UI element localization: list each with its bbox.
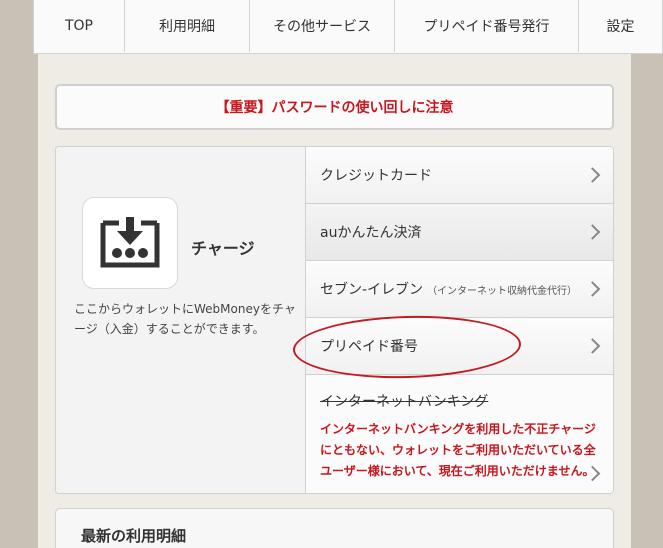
- nav-usage-history[interactable]: 利用明細: [125, 0, 250, 52]
- notice-text: 【重要】パスワードの使い回しに注意: [215, 100, 454, 116]
- password-notice-link[interactable]: 【重要】パスワードの使い回しに注意: [55, 84, 614, 130]
- internet-banking-label: インターネットバンキング: [320, 394, 489, 410]
- charge-info: チャージ ここからウォレットにWebMoneyをチャージ（入金）することができま…: [56, 147, 306, 493]
- charge-seven-eleven[interactable]: セブン-イレブン （インターネット収納代金代行）: [306, 261, 613, 318]
- charge-au-easy-payment[interactable]: auかんたん決済: [306, 204, 613, 261]
- chevron-right-icon: [584, 167, 601, 183]
- top-navigation: TOP 利用明細 その他サービス プリペイド番号発行 設定: [33, 0, 663, 54]
- nav-settings[interactable]: 設定: [579, 0, 662, 52]
- au-payment-label: auかんたん決済: [320, 225, 422, 241]
- background-stripe-right: [631, 0, 663, 548]
- seven-eleven-note: （インターネット収納代金代行）: [427, 285, 578, 297]
- nav-prepaid-issue[interactable]: プリペイド番号発行: [395, 0, 579, 52]
- latest-usage-title: 最新の利用明細: [81, 527, 187, 545]
- chevron-right-icon: [584, 281, 601, 297]
- charge-internet-banking[interactable]: インターネットバンキング インターネットバンキングを利用した不正チャージにともな…: [306, 375, 613, 493]
- charge-title: チャージ: [191, 239, 255, 258]
- nav-other-services[interactable]: その他サービス: [250, 0, 395, 52]
- credit-card-label: クレジットカード: [320, 168, 432, 184]
- seven-eleven-label: セブン-イレブン: [320, 282, 424, 298]
- download-charge-icon: [82, 197, 178, 289]
- latest-usage-panel: 最新の利用明細: [55, 508, 614, 548]
- charge-prepaid-number[interactable]: プリペイド番号: [306, 318, 613, 375]
- charge-method-menu: クレジットカード auかんたん決済 セブン-イレブン （インターネット収納代金代…: [306, 147, 613, 493]
- prepaid-number-label: プリペイド番号: [320, 339, 418, 355]
- background-stripe-left: [0, 0, 38, 548]
- chevron-right-icon: [584, 224, 601, 240]
- charge-credit-card[interactable]: クレジットカード: [306, 147, 613, 204]
- nav-top[interactable]: TOP: [34, 0, 125, 52]
- charge-panel: チャージ ここからウォレットにWebMoneyをチャージ（入金）することができま…: [55, 146, 614, 494]
- chevron-right-icon: [584, 338, 601, 354]
- charge-description: ここからウォレットにWebMoneyをチャージ（入金）することができます。: [74, 302, 296, 336]
- internet-banking-warning: インターネットバンキングを利用した不正チャージにともない、ウォレットをご利用いた…: [320, 422, 596, 478]
